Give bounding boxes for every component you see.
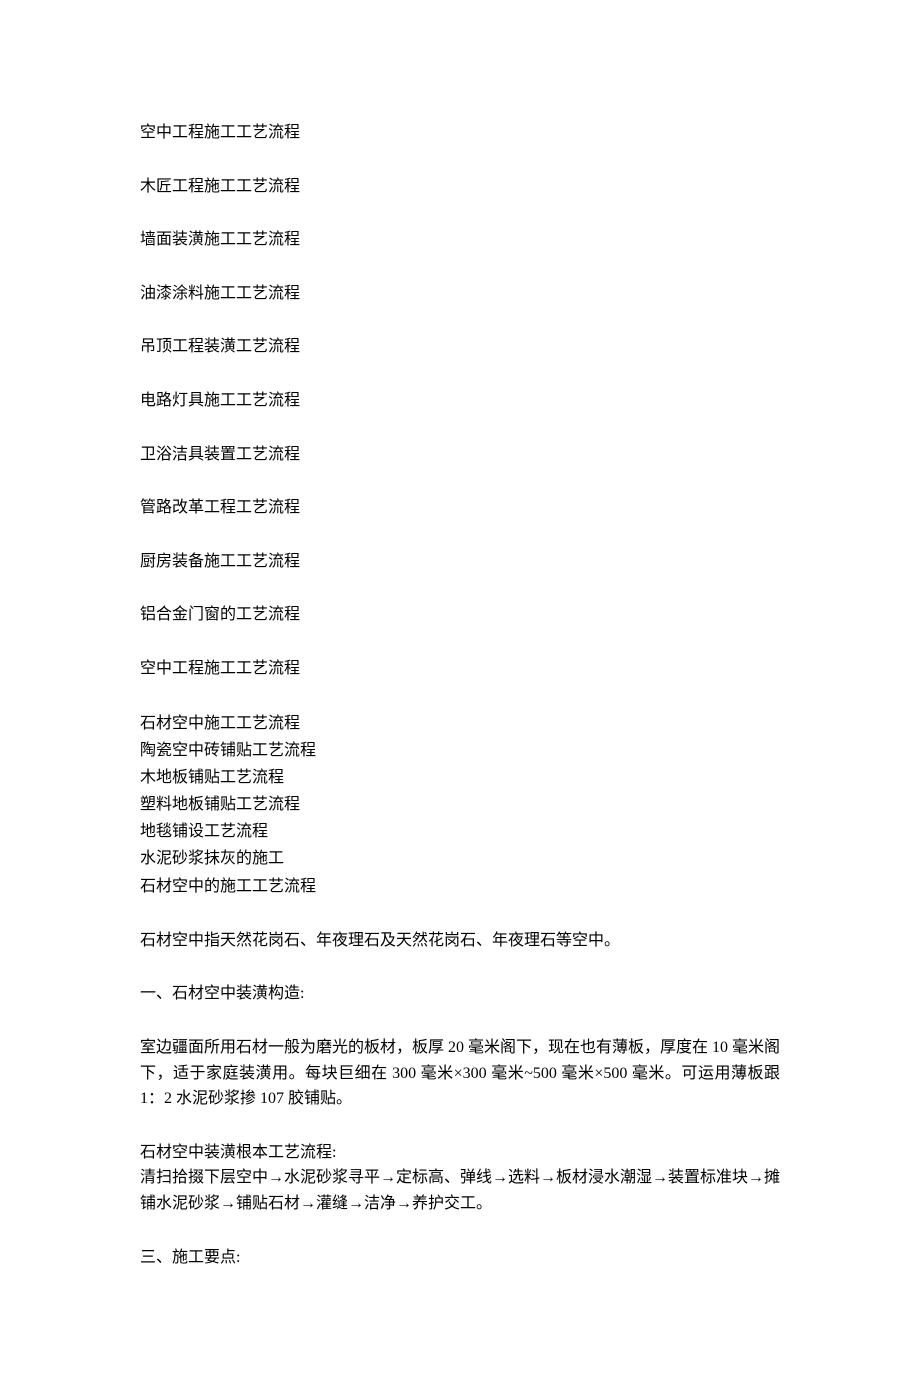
toc-item: 卫浴洁具装置工艺流程: [140, 442, 780, 468]
sub-toc-item: 水泥砂浆抹灰的施工: [140, 845, 780, 872]
section-heading-1: 一、石材空中装潢构造:: [140, 981, 780, 1007]
toc-item: 管路改革工程工艺流程: [140, 495, 780, 521]
sub-toc-item: 石材空中的施工工艺流程: [140, 873, 780, 900]
toc-item: 木匠工程施工工艺流程: [140, 174, 780, 200]
toc-item: 吊顶工程装潢工艺流程: [140, 334, 780, 360]
intro-paragraph: 石材空中指天然花岗石、年夜理石及天然花岗石、年夜理石等空中。: [140, 928, 780, 954]
toc-item: 电路灯具施工工艺流程: [140, 388, 780, 414]
toc-item: 油漆涂料施工工艺流程: [140, 281, 780, 307]
toc-item: 空中工程施工工艺流程: [140, 656, 780, 682]
sub-toc-item: 陶瓷空中砖铺贴工艺流程: [140, 737, 780, 764]
toc-item: 墙面装潢施工工艺流程: [140, 227, 780, 253]
body-paragraph: 室边疆面所用石材一般为磨光的板材，板厚 20 毫米阁下，现在也有薄板，厚度在 1…: [140, 1035, 780, 1112]
sub-toc-item: 地毯铺设工艺流程: [140, 818, 780, 845]
sub-toc-item: 石材空中施工工艺流程: [140, 710, 780, 737]
sub-toc-list: 石材空中施工工艺流程 陶瓷空中砖铺贴工艺流程 木地板铺贴工艺流程 塑料地板铺贴工…: [140, 710, 780, 900]
sub-toc-item: 木地板铺贴工艺流程: [140, 764, 780, 791]
section-heading-2: 石材空中装潢根本工艺流程:: [140, 1140, 780, 1166]
process-flow-paragraph: 清扫拾掇下层空中→水泥砂浆寻平→定标高、弹线→选料→板材浸水潮湿→装置标准块→摊…: [140, 1165, 780, 1216]
sub-toc-item: 塑料地板铺贴工艺流程: [140, 791, 780, 818]
section-heading-3: 三、施工要点:: [140, 1245, 780, 1271]
toc-item: 厨房装备施工工艺流程: [140, 549, 780, 575]
toc-item: 铝合金门窗的工艺流程: [140, 602, 780, 628]
document-page: 空中工程施工工艺流程 木匠工程施工工艺流程 墙面装潢施工工艺流程 油漆涂料施工工…: [0, 0, 920, 1378]
toc-item: 空中工程施工工艺流程: [140, 120, 780, 146]
